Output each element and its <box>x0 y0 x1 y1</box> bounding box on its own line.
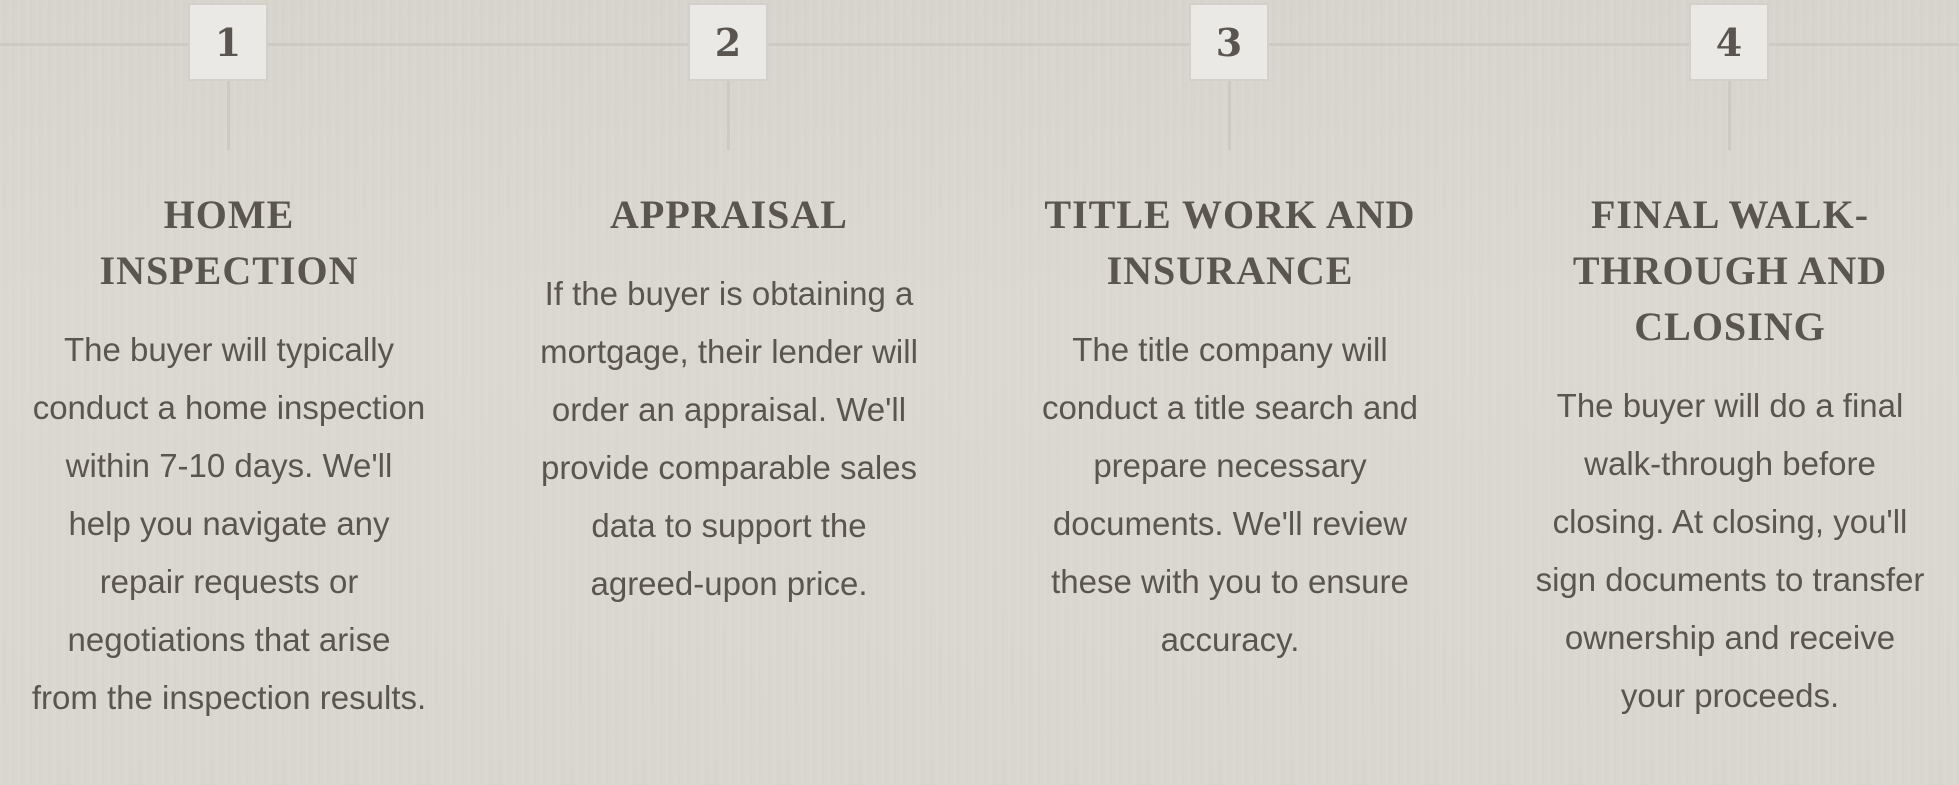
step-number-badge: 4 <box>1689 3 1769 81</box>
step-description: The title company will conduct a title s… <box>1041 331 1419 658</box>
step-number: 2 <box>714 19 742 65</box>
step-appraisal: 2 Appraisal If the buyer is obtaining a … <box>529 0 929 785</box>
step-number: 1 <box>214 19 242 65</box>
step-connector <box>727 81 730 150</box>
step-description: The buyer will do a final walk-through b… <box>1535 387 1925 714</box>
step-connector <box>1728 81 1731 150</box>
step-number-badge: 1 <box>188 3 268 81</box>
step-title: Home Inspection <box>99 192 359 293</box>
step-title: Appraisal <box>610 192 848 237</box>
step-description: If the buyer is obtaining a mortgage, th… <box>540 275 918 602</box>
step-home-inspection: 1 Home Inspection The buyer will typical… <box>29 0 429 785</box>
step-description: The buyer will typically conduct a home … <box>31 331 427 716</box>
step-number: 3 <box>1215 19 1243 65</box>
step-number: 4 <box>1715 19 1743 65</box>
step-title-work: 3 Title Work and Insurance The title com… <box>1030 0 1430 785</box>
step-title: Title Work and Insurance <box>1044 192 1416 293</box>
step-title: Final Walk-through and Closing <box>1572 192 1888 349</box>
step-connector <box>227 81 230 150</box>
step-number-badge: 2 <box>688 3 768 81</box>
step-connector <box>1228 81 1231 150</box>
step-number-badge: 3 <box>1189 3 1269 81</box>
process-steps: 1 Home Inspection The buyer will typical… <box>0 0 1959 785</box>
step-final-walkthrough: 4 Final Walk-through and Closing The buy… <box>1530 0 1930 785</box>
